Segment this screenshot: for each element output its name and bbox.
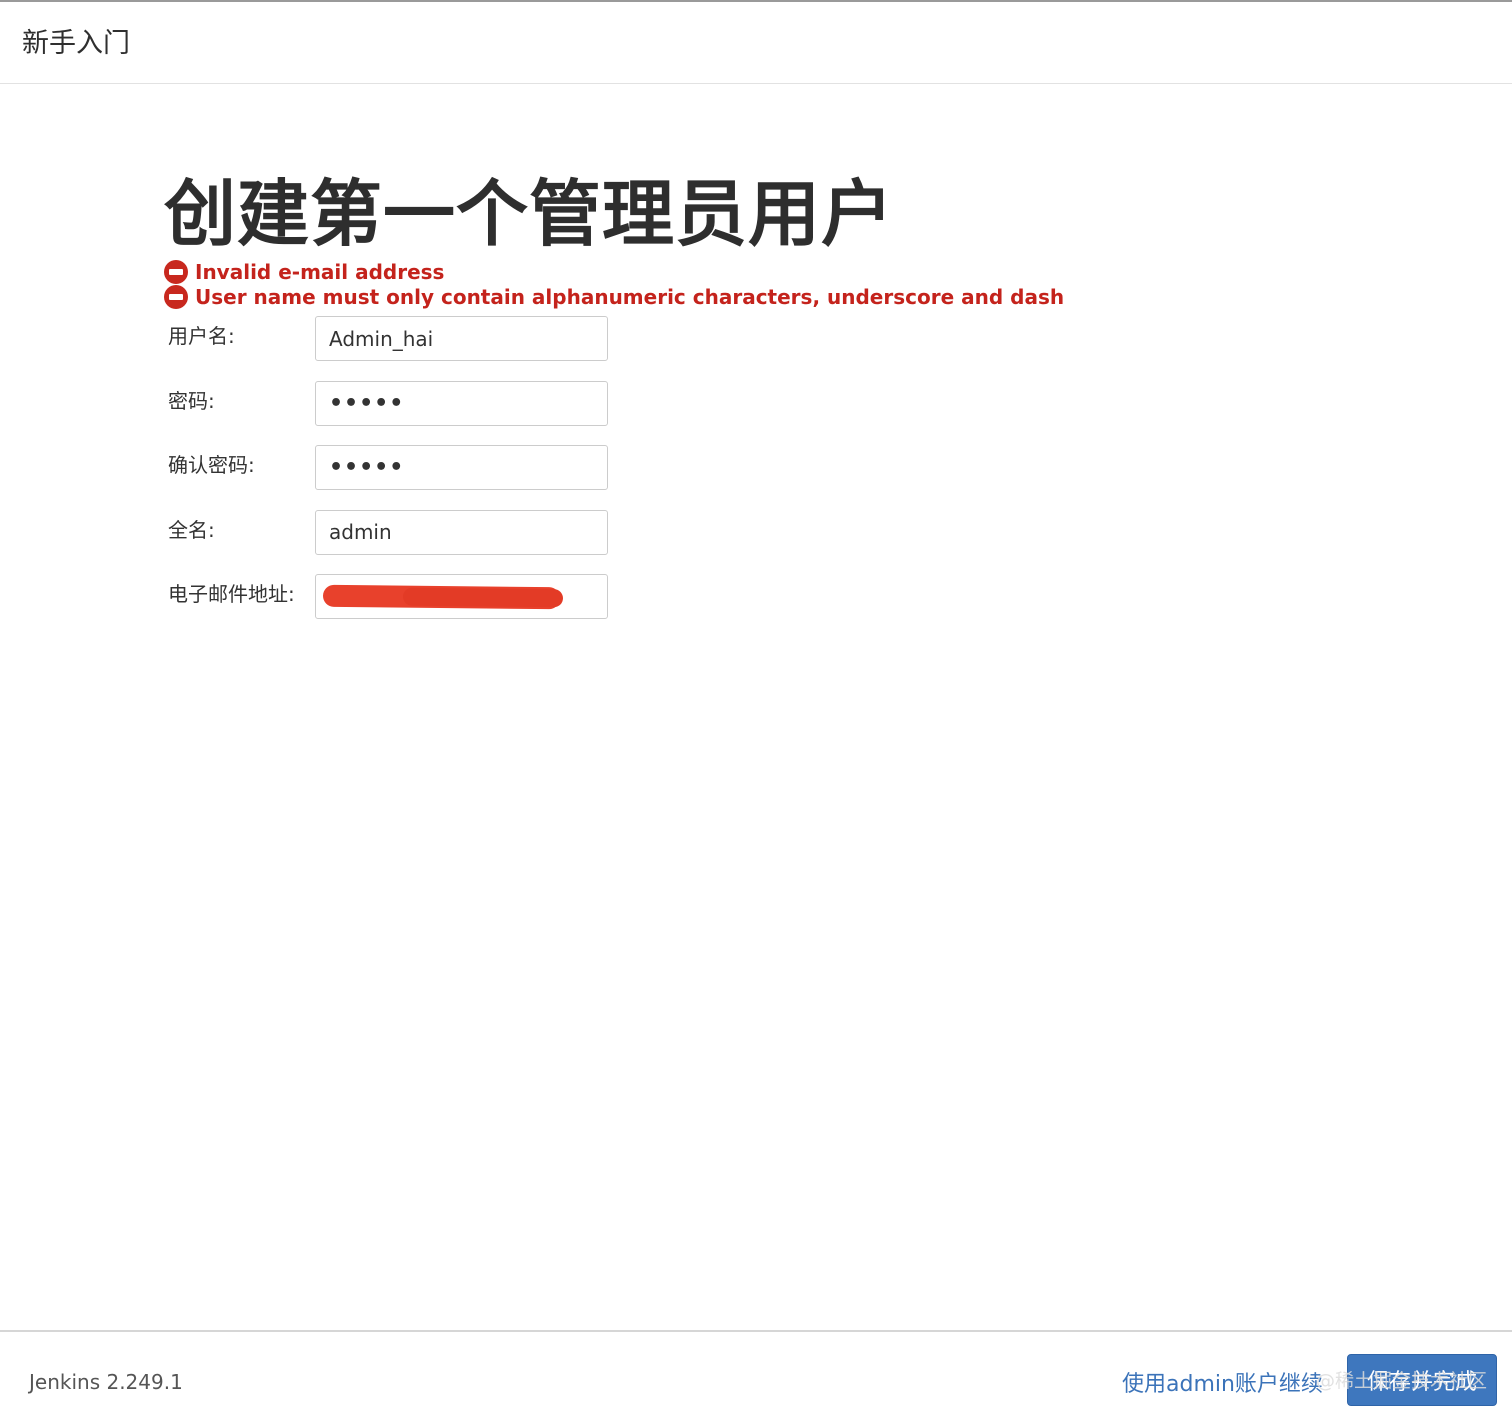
save-and-finish-button[interactable]: 保存并完成	[1347, 1354, 1497, 1406]
error-text: Invalid e-mail address	[195, 259, 445, 284]
password-input[interactable]: •••••	[315, 380, 608, 426]
email-input[interactable]	[315, 574, 608, 619]
error-icon	[164, 259, 188, 284]
continue-as-admin-link[interactable]: 使用admin账户继续	[1122, 1366, 1323, 1398]
error-message-username: User name must only contain alphanumeric…	[164, 284, 1064, 309]
redaction-mark	[322, 584, 561, 610]
footer-bar: Jenkins 2.249.1 使用admin账户继续 保存并完成 @稀土掘金技…	[0, 1330, 1512, 1420]
error-list: Invalid e-mail address User name must on…	[164, 259, 1064, 309]
username-label: 用户名:	[168, 324, 235, 348]
fullname-label: 全名:	[168, 517, 215, 542]
error-icon	[164, 284, 188, 309]
fullname-input[interactable]: admin	[315, 509, 608, 555]
page-title: 创建第一个管理员用户	[164, 172, 895, 256]
error-text: User name must only contain alphanumeric…	[195, 284, 1065, 309]
header-bar: 新手入门	[0, 2, 1512, 84]
password-label: 密码:	[168, 388, 215, 413]
version-label: Jenkins 2.249.1	[29, 1370, 183, 1394]
confirm-password-input[interactable]: •••••	[315, 445, 608, 490]
confirm-password-label: 确认密码:	[168, 453, 255, 477]
header-title: 新手入门	[22, 28, 130, 59]
username-input[interactable]: Admin_hai	[315, 316, 608, 361]
email-label: 电子邮件地址:	[168, 582, 295, 606]
error-message-email: Invalid e-mail address	[164, 259, 1064, 284]
